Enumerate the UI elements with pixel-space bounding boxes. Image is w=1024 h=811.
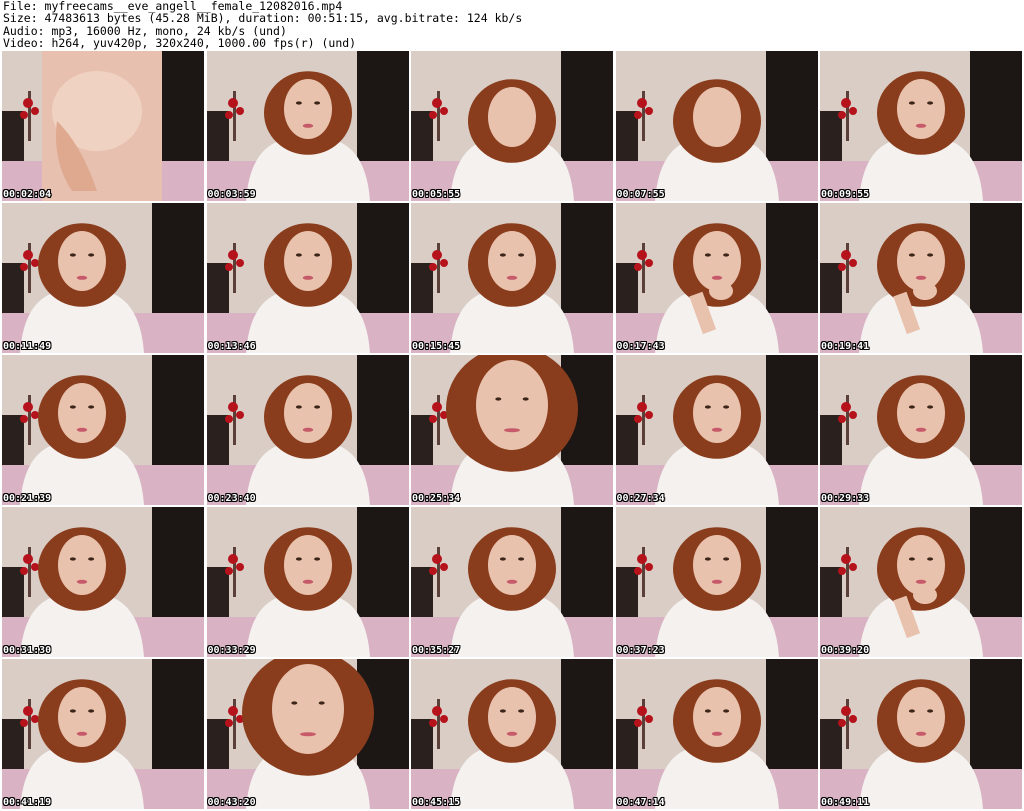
thumbnail-grid: 00:02:04 00:03:59 00:05:55 00:07:55 00:09:55… [2,51,1022,811]
video-frame-thumbnail: 00:21:39 [2,355,204,505]
video-frame-thumbnail: 00:31:30 [2,507,204,657]
video-frame-thumbnail: 00:15:45 [411,203,613,353]
frame-timestamp: 00:23:40 [207,493,256,504]
frame-timestamp: 00:37:23 [616,645,665,656]
video-frame-thumbnail: 00:47:14 [615,659,818,809]
frame-timestamp: 00:35:27 [412,645,461,656]
video-frame-thumbnail: 00:37:23 [615,507,818,657]
video-info-line: Video: h264, yuv420p, 320x240, 1000.00 f… [3,36,357,51]
video-frame-thumbnail: 00:39:20 [820,507,1022,657]
frame-timestamp: 00:39:20 [821,645,870,656]
frame-timestamp: 00:25:34 [412,493,461,504]
frame-timestamp: 00:03:59 [207,189,256,200]
frame-timestamp: 00:49:11 [821,797,870,808]
frame-timestamp: 00:21:39 [3,493,52,504]
video-frame-thumbnail: 00:09:55 [820,51,1022,201]
frame-timestamp: 00:09:55 [821,189,870,200]
frame-timestamp: 00:15:45 [412,341,461,352]
frame-timestamp: 00:05:55 [412,189,461,200]
file-size-line: Size: 47483613 bytes (45.28 MiB), durati… [3,11,523,26]
frame-timestamp: 00:31:30 [3,645,52,656]
frame-timestamp: 00:13:46 [207,341,256,352]
video-frame-thumbnail: 00:35:27 [411,507,613,657]
frame-timestamp: 00:45:15 [412,797,461,808]
frame-timestamp: 00:33:29 [207,645,256,656]
frame-timestamp: 00:02:04 [3,189,52,200]
video-frame-thumbnail: 00:43:20 [206,659,409,809]
video-frame-thumbnail: 00:33:29 [206,507,409,657]
frame-timestamp: 00:47:14 [616,797,665,808]
video-frame-thumbnail: 00:25:34 [411,355,613,505]
frame-timestamp: 00:11:49 [3,341,52,352]
video-frame-thumbnail: 00:05:55 [411,51,613,201]
video-frame-thumbnail: 00:49:11 [820,659,1022,809]
frame-timestamp: 00:07:55 [616,189,665,200]
video-frame-thumbnail: 00:27:34 [615,355,818,505]
video-frame-thumbnail: 00:11:49 [2,203,204,353]
frame-timestamp: 00:29:33 [821,493,870,504]
frame-timestamp: 00:17:43 [616,341,665,352]
video-frame-thumbnail: 00:45:15 [411,659,613,809]
video-frame-thumbnail: 00:17:43 [615,203,818,353]
video-frame-thumbnail: 00:03:59 [206,51,409,201]
frame-timestamp: 00:19:41 [821,341,870,352]
video-frame-thumbnail: 00:41:19 [2,659,204,809]
video-frame-thumbnail: 00:07:55 [615,51,818,201]
video-frame-thumbnail: 00:29:33 [820,355,1022,505]
frame-timestamp: 00:41:19 [3,797,52,808]
frame-timestamp: 00:27:34 [616,493,665,504]
file-info-header: File: myfreecams__eve_angell__female_120… [3,0,1021,50]
video-frame-thumbnail: 00:02:04 [2,51,204,201]
frame-timestamp: 00:43:20 [207,797,256,808]
video-frame-thumbnail: 00:23:40 [206,355,409,505]
video-frame-thumbnail: 00:13:46 [206,203,409,353]
video-frame-thumbnail: 00:19:41 [820,203,1022,353]
